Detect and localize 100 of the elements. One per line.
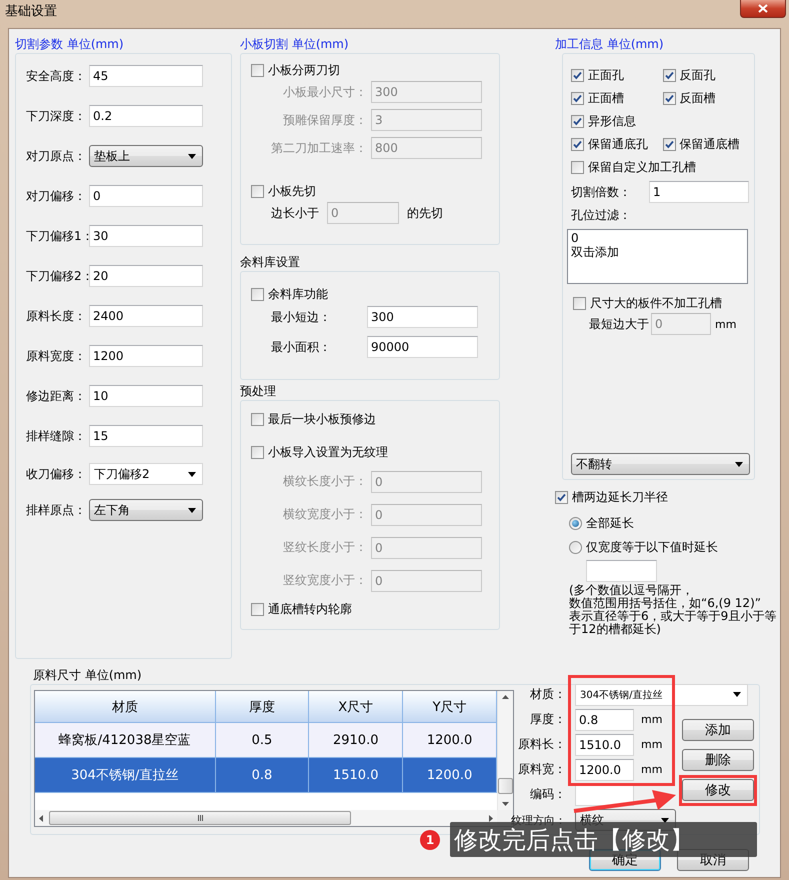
dropdown[interactable]: 下刀偏移2 bbox=[89, 463, 203, 485]
column-header[interactable]: 材质 bbox=[35, 691, 215, 722]
checkbox[interactable] bbox=[571, 69, 584, 82]
text-field[interactable]: 10 bbox=[89, 385, 203, 407]
checkbox[interactable] bbox=[571, 115, 584, 128]
checkbox[interactable] bbox=[251, 412, 264, 426]
checkbox-label[interactable]: 反面槽 bbox=[680, 90, 716, 107]
column-header[interactable]: Y尺寸 bbox=[402, 691, 496, 722]
text-field[interactable]: 15 bbox=[89, 425, 203, 447]
text-field[interactable]: 30 bbox=[89, 225, 203, 247]
scroll-thumb[interactable] bbox=[498, 778, 513, 794]
checkbox-label[interactable]: 小板分两刀切 bbox=[268, 62, 340, 78]
text-field[interactable]: 1200.0 bbox=[575, 758, 634, 780]
table-cell: 1510.0 bbox=[308, 758, 403, 792]
text-field[interactable]: 300 bbox=[367, 306, 478, 328]
action-button[interactable]: 修改 bbox=[682, 779, 754, 801]
field-label: 安全高度： bbox=[26, 68, 87, 84]
close-icon bbox=[758, 4, 768, 13]
checkbox-label[interactable]: 余料库功能 bbox=[268, 286, 328, 302]
checkbox[interactable] bbox=[662, 92, 676, 105]
checkbox-label[interactable]: 保留通底孔 bbox=[588, 136, 648, 153]
checkbox[interactable] bbox=[251, 446, 264, 458]
scroll-left-icon[interactable] bbox=[39, 814, 43, 822]
checkbox[interactable] bbox=[662, 138, 676, 151]
text-field[interactable]: 1200 bbox=[89, 345, 203, 367]
table-row[interactable]: 蜂窝板/412038星空蓝 0.5 2910.0 1200.0 bbox=[35, 722, 496, 758]
field-label: 横纹长度小于： bbox=[282, 473, 367, 490]
checkbox-label[interactable]: 保留通底槽 bbox=[680, 136, 740, 153]
vertical-scrollbar[interactable] bbox=[497, 691, 513, 810]
checkbox-label[interactable]: 小板先切 bbox=[268, 182, 316, 200]
scroll-right-icon[interactable] bbox=[489, 814, 493, 822]
text-field[interactable]: 0 bbox=[89, 185, 203, 207]
caret-icon bbox=[735, 462, 743, 466]
filter-list[interactable]: 0 双击添加 bbox=[567, 229, 748, 284]
dropdown[interactable]: 304不锈钢/直拉丝 bbox=[575, 684, 748, 706]
checkbox-label[interactable]: 小板导入设置为无纹理 bbox=[268, 444, 388, 460]
radio-label[interactable]: 全部延长 bbox=[586, 514, 634, 532]
checkbox[interactable] bbox=[571, 92, 584, 105]
field-label: 原料宽度： bbox=[26, 348, 87, 364]
text-field[interactable]: 90000 bbox=[367, 336, 478, 358]
checkbox-label[interactable]: 反面孔 bbox=[680, 67, 716, 84]
column-header[interactable]: X尺寸 bbox=[308, 691, 403, 722]
column-header[interactable]: 厚度 bbox=[215, 691, 309, 722]
caret-icon bbox=[188, 154, 196, 158]
checkbox[interactable] bbox=[251, 184, 264, 198]
scroll-down-icon[interactable] bbox=[502, 802, 509, 806]
checkbox-label[interactable]: 正面槽 bbox=[588, 90, 624, 107]
checkbox[interactable] bbox=[251, 602, 264, 616]
group-title: 小板切割 单位(mm) bbox=[240, 36, 349, 53]
dropdown[interactable]: 垫板上 bbox=[89, 145, 203, 167]
checkbox-label[interactable]: 最后一块小板预修边 bbox=[268, 410, 376, 428]
scroll-thumb[interactable] bbox=[49, 811, 351, 825]
unit-label: mm bbox=[640, 763, 664, 776]
checkbox[interactable] bbox=[251, 64, 264, 76]
table-row[interactable]: 304不锈钢/直拉丝 0.8 1510.0 1200.0 bbox=[35, 758, 496, 792]
text-field[interactable]: 2400 bbox=[89, 305, 203, 327]
radio-button[interactable] bbox=[569, 516, 582, 530]
field-label: 的先切 bbox=[407, 204, 443, 222]
help-text: 于12的槽都延长) bbox=[569, 623, 661, 636]
checkbox-label[interactable]: 尺寸大的板件不加工孔槽 bbox=[590, 294, 722, 312]
checkbox[interactable] bbox=[571, 138, 584, 151]
text-field[interactable]: 20 bbox=[89, 265, 203, 287]
action-button[interactable]: 删除 bbox=[682, 749, 754, 771]
field-label: 修边距离： bbox=[26, 388, 87, 404]
text-field[interactable]: 0.2 bbox=[89, 105, 203, 127]
filter-item[interactable]: 0 bbox=[571, 231, 579, 245]
scroll-up-icon[interactable] bbox=[502, 695, 509, 699]
checkbox[interactable] bbox=[662, 69, 676, 82]
checkbox[interactable] bbox=[251, 288, 264, 300]
dropdown[interactable]: 不翻转 bbox=[571, 453, 750, 475]
filter-item[interactable]: 双击添加 bbox=[571, 245, 619, 259]
checkbox-label[interactable]: 异形信息 bbox=[588, 113, 636, 130]
horizontal-scrollbar[interactable] bbox=[35, 810, 497, 826]
field-label: 小板最小尺寸： bbox=[282, 84, 367, 100]
field-label: 竖纹宽度小于： bbox=[282, 572, 367, 589]
field-label: 原料长度： bbox=[26, 308, 87, 324]
dropdown[interactable]: 左下角 bbox=[89, 499, 203, 521]
checkbox[interactable] bbox=[555, 490, 568, 504]
radio-label[interactable]: 仅宽度等于以下值时延长 bbox=[586, 538, 718, 556]
checkbox[interactable] bbox=[573, 296, 586, 310]
group-title: 加工信息 单位(mm) bbox=[555, 36, 664, 53]
close-button[interactable] bbox=[740, 0, 786, 18]
text-field[interactable]: 1 bbox=[649, 181, 749, 203]
field-label: 孔位过滤： bbox=[571, 206, 631, 224]
action-button[interactable]: 添加 bbox=[682, 719, 754, 741]
checkbox-label[interactable]: 通底槽转内轮廓 bbox=[268, 600, 352, 618]
text-field[interactable]: 45 bbox=[89, 65, 203, 87]
field-label: 竖纹长度小于： bbox=[282, 539, 367, 556]
caret-icon bbox=[188, 472, 196, 476]
radio-button[interactable] bbox=[569, 540, 582, 554]
field-label: 最小短边： bbox=[271, 308, 332, 326]
checkbox[interactable] bbox=[571, 161, 584, 174]
table-cell: 304不锈钢/直拉丝 bbox=[35, 758, 215, 792]
field-label: 第二刀加工速率： bbox=[270, 140, 367, 156]
checkbox-label[interactable]: 槽两边延长刀半径 bbox=[572, 488, 668, 506]
text-field[interactable]: 0.8 bbox=[575, 708, 634, 730]
text-field[interactable]: 1510.0 bbox=[575, 734, 634, 756]
checkbox-label[interactable]: 保留自定义加工孔槽 bbox=[588, 159, 696, 176]
checkbox-label[interactable]: 正面孔 bbox=[588, 67, 624, 84]
text-field[interactable] bbox=[586, 560, 657, 582]
